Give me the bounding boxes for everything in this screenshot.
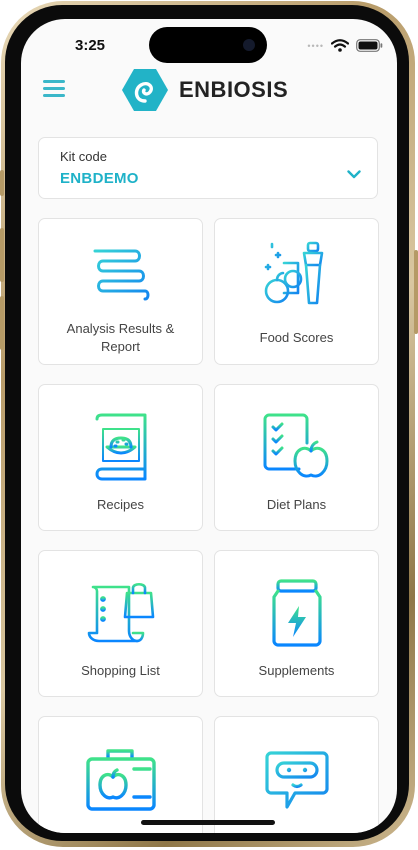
cellular-signal-icon: •••• bbox=[307, 40, 324, 51]
tile-label: Food Scores bbox=[259, 330, 334, 345]
tile-label: Recipes bbox=[97, 497, 144, 512]
tile-label: Shopping List bbox=[81, 663, 160, 678]
battery-icon bbox=[356, 39, 383, 52]
kit-code-selector[interactable]: Kit code ENBDEMO bbox=[38, 137, 378, 199]
recipe-book-icon bbox=[95, 413, 146, 481]
tile-label: Diet Plans bbox=[266, 497, 327, 512]
app-screen: 3:25 •••• ENBIOSIS Kit code ENBDEMO Anal… bbox=[21, 19, 397, 833]
shopping-list-icon bbox=[87, 582, 154, 643]
status-icons: •••• bbox=[307, 39, 383, 52]
camera-fruit-icon bbox=[85, 749, 156, 811]
tile-shopping-list[interactable]: Shopping List bbox=[38, 550, 203, 697]
kit-code-value: ENBDEMO bbox=[60, 170, 139, 187]
kit-code-label: Kit code bbox=[60, 149, 107, 164]
volume-down-button bbox=[0, 296, 4, 350]
mute-switch bbox=[0, 170, 4, 196]
front-camera bbox=[243, 39, 255, 51]
fruit-shaker-icon bbox=[264, 241, 323, 305]
tile-recipes[interactable]: Recipes bbox=[38, 384, 203, 531]
tile-label: Analysis Results & Report bbox=[66, 321, 175, 354]
volume-up-button bbox=[0, 228, 4, 282]
app-header: ENBIOSIS bbox=[21, 63, 397, 119]
tile-analysis-results[interactable]: Analysis Results & Report bbox=[38, 218, 203, 365]
status-time: 3:25 bbox=[75, 37, 106, 54]
enbiosis-logo-icon bbox=[122, 69, 168, 111]
tile-diet-plans[interactable]: Diet Plans bbox=[214, 384, 379, 531]
chat-bot-icon bbox=[264, 751, 329, 809]
tile-chat-bot[interactable] bbox=[214, 716, 379, 833]
tile-supplements[interactable]: Supplements bbox=[214, 550, 379, 697]
power-button bbox=[414, 250, 418, 334]
chevron-down-icon bbox=[347, 170, 361, 179]
dynamic-island bbox=[149, 27, 267, 63]
brand-name: ENBIOSIS bbox=[179, 77, 289, 102]
intestine-icon bbox=[91, 240, 149, 301]
tile-camera-fruit[interactable] bbox=[38, 716, 203, 833]
home-indicator[interactable] bbox=[141, 820, 275, 825]
diet-checklist-icon bbox=[263, 413, 328, 478]
tile-label: Supplements bbox=[258, 663, 335, 678]
supplement-jar-icon bbox=[271, 579, 322, 647]
wifi-icon bbox=[331, 39, 349, 52]
brand-logo: ENBIOSIS bbox=[121, 68, 288, 112]
hamburger-menu-button[interactable] bbox=[43, 80, 65, 98]
tile-food-scores[interactable]: Food Scores bbox=[214, 218, 379, 365]
